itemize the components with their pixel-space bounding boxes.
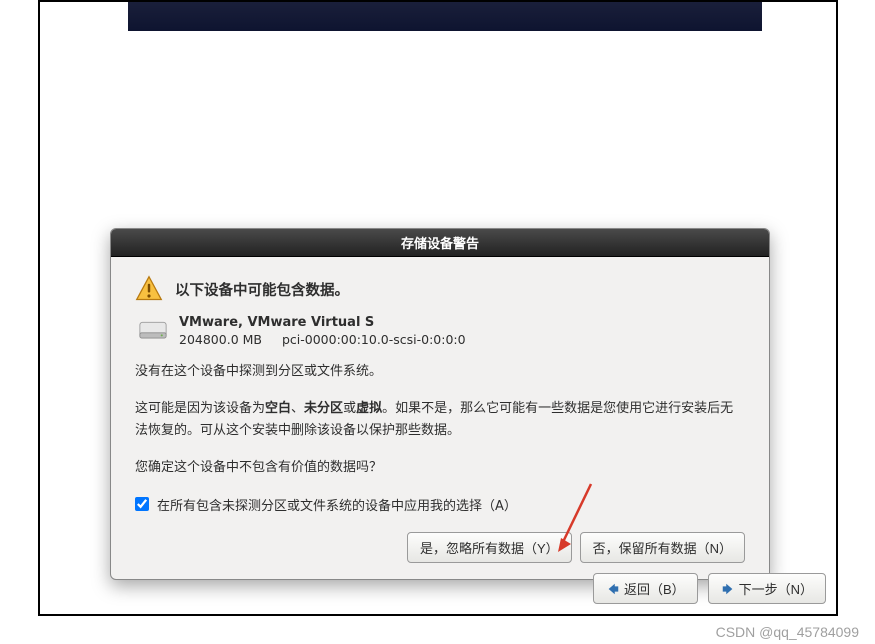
back-button[interactable]: 返回（B）	[593, 573, 698, 604]
warning-icon	[135, 275, 163, 303]
hard-disk-icon	[139, 321, 167, 341]
dialog-header-text: 以下设备中可能包含数据。	[175, 275, 349, 300]
dialog-header-row: 以下设备中可能包含数据。	[135, 275, 745, 303]
apply-all-checkbox-row[interactable]: 在所有包含未探测分区或文件系统的设备中应用我的选择（A）	[135, 495, 745, 514]
para-3: 您确定这个设备中不包含有价值的数据吗？	[135, 457, 745, 478]
para2-sep2: 或	[343, 401, 356, 416]
watermark-text: CSDN @qq_45784099	[716, 624, 859, 640]
no-keep-button[interactable]: 否，保留所有数据（N）	[580, 532, 745, 563]
dialog-title: 存储设备警告	[111, 229, 769, 257]
device-size: 204800.0 MB	[179, 332, 262, 347]
arrow-left-icon	[606, 582, 620, 596]
next-label: 下一步（N）	[739, 579, 813, 598]
para2-pre: 这可能是因为该设备为	[135, 401, 265, 416]
dialog-button-row: 是，忽略所有数据（Y） 否，保留所有数据（N）	[135, 532, 745, 563]
para2-b2: 未分区	[304, 401, 343, 416]
para2-b1: 空白	[265, 401, 291, 416]
dialog-body: 以下设备中可能包含数据。 VMware, VMware Virtual S 20…	[111, 257, 769, 579]
device-text: VMware, VMware Virtual S 204800.0 MB pci-…	[179, 315, 466, 347]
arrow-right-icon	[721, 582, 735, 596]
top-banner	[128, 2, 762, 31]
device-name: VMware, VMware Virtual S	[179, 315, 466, 330]
wizard-button-bar: 返回（B） 下一步（N）	[40, 573, 836, 604]
device-meta: 204800.0 MB pci-0000:00:10.0-scsi-0:0:0:0	[179, 332, 466, 347]
apply-all-checkbox[interactable]	[135, 497, 149, 511]
installer-window: 存储设备警告 以下设备中可能包含数据。 VMware, VMware Virtu…	[38, 0, 838, 616]
para-1: 没有在这个设备中探测到分区或文件系统。	[135, 361, 745, 382]
device-row: VMware, VMware Virtual S 204800.0 MB pci-…	[139, 315, 745, 347]
device-path: pci-0000:00:10.0-scsi-0:0:0:0	[282, 332, 466, 347]
back-label: 返回（B）	[624, 579, 685, 598]
yes-discard-button[interactable]: 是，忽略所有数据（Y）	[407, 532, 572, 563]
apply-all-label: 在所有包含未探测分区或文件系统的设备中应用我的选择（A）	[157, 495, 517, 514]
storage-warning-dialog: 存储设备警告 以下设备中可能包含数据。 VMware, VMware Virtu…	[110, 228, 770, 580]
para-2: 这可能是因为该设备为空白、未分区或虚拟。如果不是，那么它可能有一些数据是您使用它…	[135, 398, 745, 441]
next-button[interactable]: 下一步（N）	[708, 573, 826, 604]
para2-b3: 虚拟	[356, 401, 382, 416]
para2-sep1: 、	[291, 401, 304, 416]
